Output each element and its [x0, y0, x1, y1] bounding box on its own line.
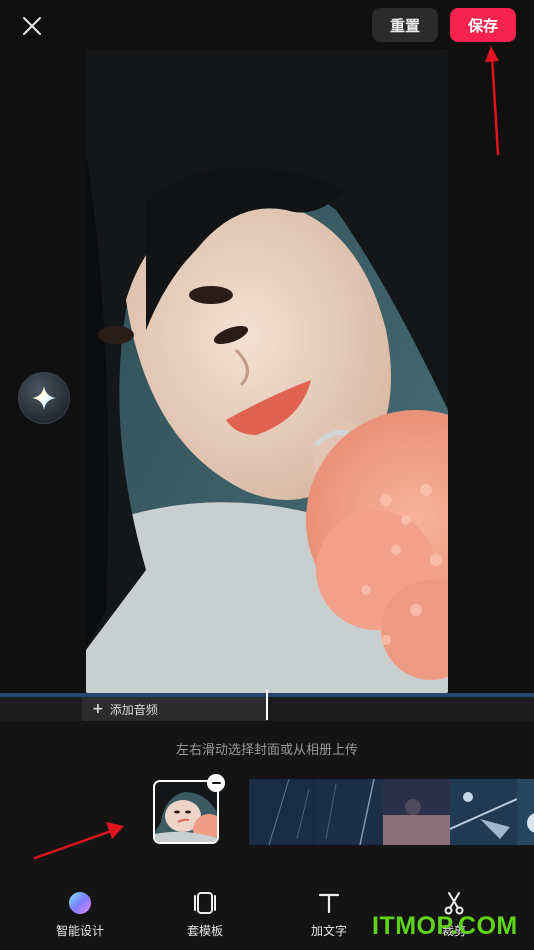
add-audio-button[interactable]: + 添加音频: [82, 697, 268, 721]
video-frame-strip[interactable]: [249, 779, 534, 845]
text-icon: [318, 890, 340, 916]
ai-magic-button[interactable]: [18, 372, 70, 424]
video-frame[interactable]: [316, 779, 383, 845]
tool-template[interactable]: 套模板: [160, 890, 250, 939]
tool-label: 智能设计: [55, 924, 104, 938]
annotation-arrow-save: [485, 46, 500, 156]
sparkle-icon: [32, 386, 56, 410]
ai-orb-icon: [68, 890, 92, 916]
tool-smart-design[interactable]: 智能设计: [35, 890, 125, 939]
cover-preview-image: [86, 50, 448, 693]
tool-label: 套模板: [186, 924, 223, 938]
template-icon: [192, 890, 218, 916]
cover-hint-text: 左右滑动选择封面或从相册上传: [175, 743, 358, 758]
plus-icon: +: [92, 701, 104, 717]
site-watermark: ITMOP.COM: [372, 912, 518, 940]
playhead[interactable]: [266, 690, 268, 720]
add-audio-label: 添加音频: [109, 702, 158, 717]
video-frame[interactable]: [517, 779, 534, 845]
save-button[interactable]: 保存: [450, 8, 516, 42]
close-icon: [23, 17, 41, 35]
tool-label: 加文字: [310, 924, 347, 938]
remove-cover-button[interactable]: [207, 774, 225, 792]
tool-add-text[interactable]: 加文字: [284, 890, 374, 939]
reset-button[interactable]: 重置: [372, 8, 438, 42]
close-button[interactable]: [14, 8, 50, 44]
video-frame[interactable]: [450, 779, 517, 845]
minus-icon: [211, 782, 221, 784]
video-frame[interactable]: [383, 779, 450, 845]
video-frame[interactable]: [249, 779, 316, 845]
